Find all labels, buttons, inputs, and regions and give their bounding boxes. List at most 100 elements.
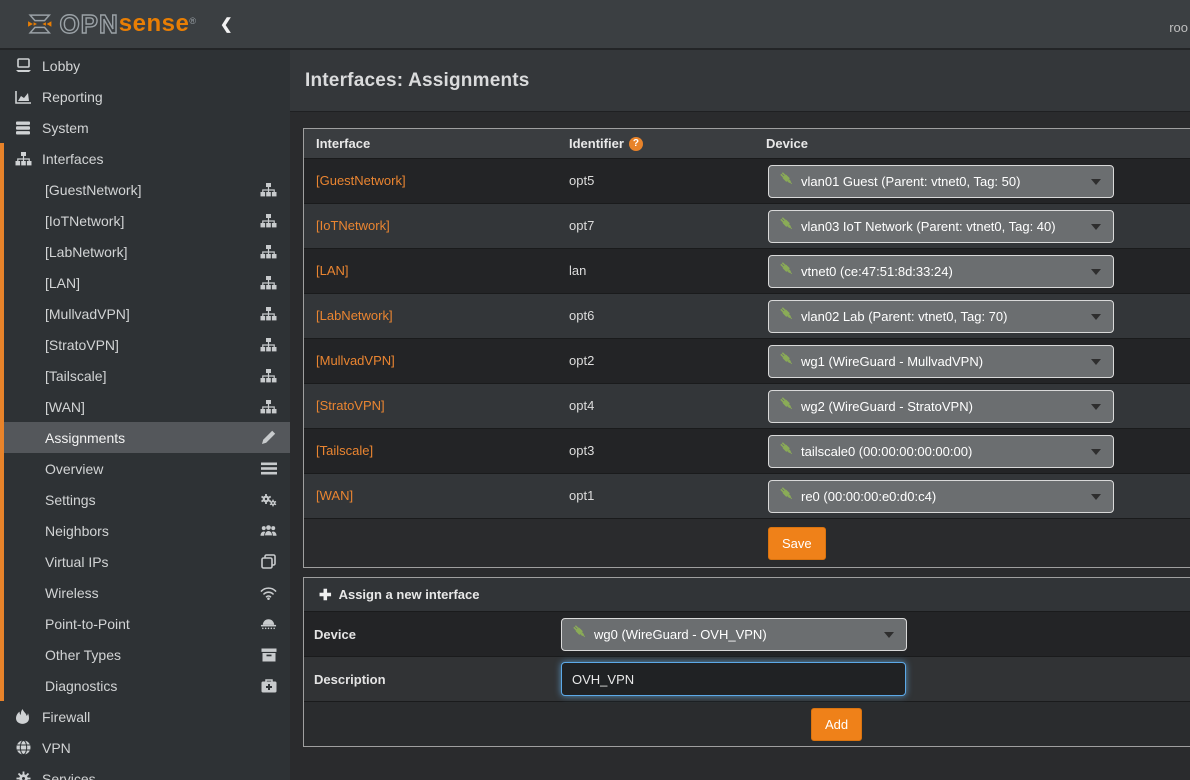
opnsense-logo[interactable]: OPNsense® (26, 8, 196, 40)
caret-down-icon (1091, 262, 1101, 280)
sidebar-item-label: Firewall (42, 709, 90, 725)
interface-link[interactable]: [IoTNetwork] (316, 218, 390, 233)
device-select[interactable]: wg2 (WireGuard - StratoVPN) (768, 390, 1114, 423)
caret-down-icon (1091, 307, 1101, 325)
page-title: Interfaces: Assignments (305, 70, 530, 92)
sitemap-icon (260, 244, 277, 260)
sidebar-item-label: [Tailscale] (45, 368, 106, 384)
caret-down-icon (1091, 172, 1101, 190)
sidebar-item-overview[interactable]: Overview (0, 453, 290, 484)
gears-icon (260, 492, 277, 508)
interface-identifier: opt2 (569, 353, 594, 368)
list-icon (260, 461, 277, 477)
interface-link[interactable]: [Tailscale] (316, 443, 373, 458)
device-select[interactable]: vtnet0 (ce:47:51:8d:33:24) (768, 255, 1114, 288)
interface-identifier: opt6 (569, 308, 594, 323)
sidebar-item-virtual-ips[interactable]: Virtual IPs (0, 546, 290, 577)
sitemap-icon (260, 182, 277, 198)
new-interface-device-row: Device wg0 (WireGuard - OVH_VPN) (304, 611, 1190, 656)
plug-icon (779, 396, 794, 416)
sidebar-item-mullvadvpn[interactable]: [MullvadVPN] (0, 298, 290, 329)
device-select[interactable]: re0 (00:00:00:e0:d0:c4) (768, 480, 1114, 513)
caret-down-icon (1091, 217, 1101, 235)
sidebar-item-services[interactable]: Services (0, 763, 290, 780)
sidebar-item-interfaces[interactable]: Interfaces (0, 143, 290, 174)
sidebar-item-lan[interactable]: [LAN] (0, 267, 290, 298)
plug-icon (779, 216, 794, 236)
sidebar-item-point-to-point[interactable]: Point-to-Point (0, 608, 290, 639)
device-select[interactable]: tailscale0 (00:00:00:00:00:00) (768, 435, 1114, 468)
interface-link[interactable]: [MullvadVPN] (316, 353, 395, 368)
interface-identifier: opt4 (569, 398, 594, 413)
laptop-icon (14, 58, 32, 74)
sidebar-item-label: Point-to-Point (45, 616, 130, 632)
sidebar-item-label: Neighbors (45, 523, 109, 539)
plug-icon (779, 171, 794, 191)
description-input[interactable] (561, 662, 906, 696)
assignment-row: [LabNetwork] opt6 vlan02 Lab (Parent: vtne… (304, 293, 1190, 338)
sidebar-item-assignments[interactable]: Assignments (0, 422, 290, 453)
sidebar-item-labnetwork[interactable]: [LabNetwork] (0, 236, 290, 267)
sidebar-item-wireless[interactable]: Wireless (0, 577, 290, 608)
assignments-table-header: Interface Identifier ? Device (304, 129, 1190, 158)
sidebar-item-label: Other Types (45, 647, 121, 663)
opnsense-logo-icon (26, 8, 53, 40)
sidebar-item-system[interactable]: System (0, 112, 290, 143)
device-select[interactable]: vlan02 Lab (Parent: vtnet0, Tag: 70) (768, 300, 1114, 333)
assignment-row: [LAN]lanvtnet0 (ce:47:51:8d:33:24) (304, 248, 1190, 293)
sidebar-item-iotnetwork[interactable]: [IoTNetwork] (0, 205, 290, 236)
opnsense-app: OPNsense® ❮ roo Lobby Reporting System Inte… (0, 0, 1190, 780)
sidebar-item-guestnetwork[interactable]: [GuestNetwork] (0, 174, 290, 205)
globe-icon (14, 740, 32, 756)
sidebar-collapse-chevron-left-icon[interactable]: ❮ (220, 15, 233, 33)
interface-link[interactable]: [WAN] (316, 488, 353, 503)
sidebar-item-reporting[interactable]: Reporting (0, 81, 290, 112)
assignment-row: [WAN]opt1re0 (00:00:00:e0:d0:c4) (304, 473, 1190, 518)
interface-link[interactable]: [StratoVPN] (316, 398, 385, 413)
sidebar-item-wan[interactable]: [WAN] (0, 391, 290, 422)
chart-area-icon (14, 89, 32, 105)
sidebar-item-other-types[interactable]: Other Types (0, 639, 290, 670)
save-button[interactable]: Save (768, 527, 826, 560)
sidebar-item-stratovpn[interactable]: [StratoVPN] (0, 329, 290, 360)
plug-icon (779, 486, 794, 506)
plug-icon (779, 441, 794, 461)
sidebar-item-settings[interactable]: Settings (0, 484, 290, 515)
assign-new-interface-panel: ✚ Assign a new interface Device wg0 (Wir… (303, 577, 1190, 747)
top-bar: OPNsense® ❮ roo (0, 0, 1190, 50)
device-select[interactable]: vlan03 IoT Network (Parent: vtnet0, Tag:… (768, 210, 1114, 243)
sidebar-item-label: Services (42, 771, 96, 780)
new-interface-description-row: Description (304, 656, 1190, 701)
sidebar-item-label: [StratoVPN] (45, 337, 119, 353)
logged-in-user[interactable]: roo (1169, 20, 1188, 35)
interface-link[interactable]: [GuestNetwork] (316, 173, 406, 188)
device-select[interactable]: vlan01 Guest (Parent: vtnet0, Tag: 50) (768, 165, 1114, 198)
sitemap-icon (260, 213, 277, 229)
sidebar-item-vpn[interactable]: VPN (0, 732, 290, 763)
device-select[interactable]: wg1 (WireGuard - MullvadVPN) (768, 345, 1114, 378)
column-header-interface: Interface (304, 136, 557, 151)
caret-down-icon (1091, 487, 1101, 505)
plug-icon (779, 351, 794, 371)
plus-icon: ✚ (319, 586, 332, 604)
plug-icon (572, 624, 587, 644)
fire-icon (14, 709, 32, 725)
sidebar-item-firewall[interactable]: Firewall (0, 701, 290, 732)
identifier-help-icon[interactable]: ? (629, 137, 643, 151)
sidebar-item-neighbors[interactable]: Neighbors (0, 515, 290, 546)
sidebar-item-label: Lobby (42, 58, 80, 74)
sidebar-item-tailscale[interactable]: [Tailscale] (0, 360, 290, 391)
medkit-icon (260, 678, 277, 694)
assignment-row: [IoTNetwork]opt7vlan03 IoT Network (Pare… (304, 203, 1190, 248)
plug-icon (779, 306, 794, 326)
modem-icon (260, 616, 277, 632)
sidebar-item-label: System (42, 120, 89, 136)
add-button[interactable]: Add (811, 708, 862, 741)
sidebar-item-label: Assignments (45, 430, 125, 446)
sidebar-item-lobby[interactable]: Lobby (0, 50, 290, 81)
new-interface-device-select[interactable]: wg0 (WireGuard - OVH_VPN) (561, 618, 907, 651)
interface-link[interactable]: [LAN] (316, 263, 349, 278)
interface-link[interactable]: [LabNetwork] (316, 308, 393, 323)
sidebar-item-diagnostics[interactable]: Diagnostics (0, 670, 290, 701)
sidebar-item-label: [WAN] (45, 399, 85, 415)
